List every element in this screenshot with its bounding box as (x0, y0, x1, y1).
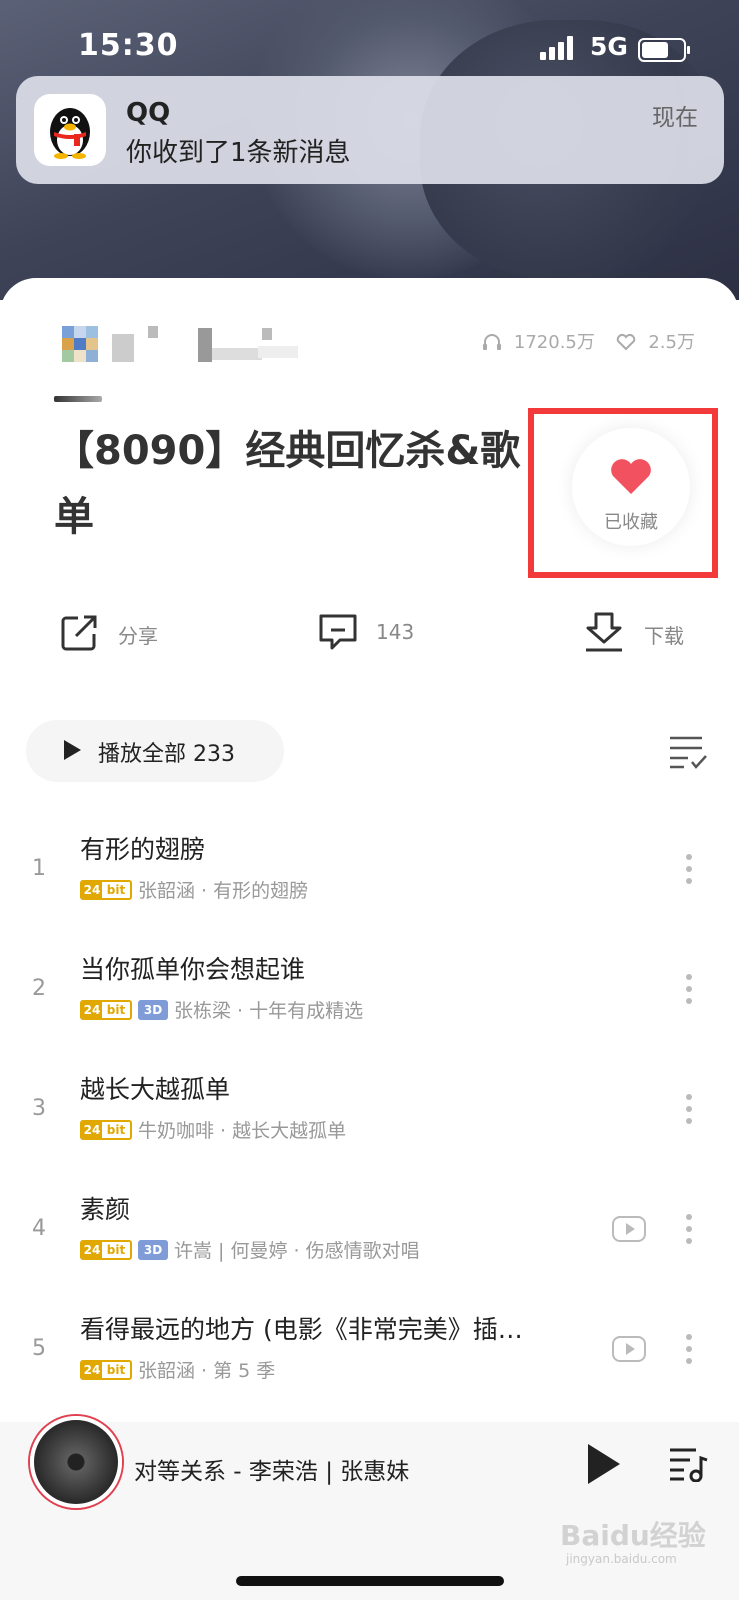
song-meta: 24 bit 3D 张栋梁 · 十年有成精选 (80, 996, 363, 1023)
more-options-icon[interactable] (686, 1094, 692, 1124)
mini-player[interactable]: 对等关系 - 李荣浩 | 张惠妹 (0, 1416, 739, 1600)
notification-message: 你收到了1条新消息 (126, 138, 351, 168)
album-art-disc[interactable] (30, 1416, 122, 1508)
song-number: 3 (32, 1096, 46, 1121)
24bit-badge: 24 bit (80, 1359, 132, 1380)
song-title: 越长大越孤单 (80, 1075, 231, 1104)
title-accent-bar (54, 396, 102, 402)
comments-button[interactable]: 143 (316, 610, 436, 654)
song-artist-album: 张韶涵 · 第 5 季 (138, 1360, 276, 1382)
song-number: 1 (32, 856, 46, 881)
notification-app-name: QQ (126, 98, 171, 128)
like-count-heart-icon (616, 333, 635, 351)
download-button[interactable]: 下载 (582, 610, 692, 654)
more-options-icon[interactable] (686, 854, 692, 884)
notification-time: 现在 (652, 105, 698, 131)
song-artist-album: 牛奶咖啡 · 越长大越孤单 (138, 1120, 347, 1142)
song-title: 素颜 (80, 1195, 131, 1224)
status-time: 15:30 (78, 28, 179, 63)
comment-count: 143 (376, 620, 415, 644)
play-count: 1720.5万 (513, 332, 595, 353)
mv-video-icon[interactable] (612, 1336, 646, 1362)
song-title: 看得最远的地方 (电影《非常完美》插… (80, 1315, 523, 1344)
multi-select-list-icon[interactable] (668, 734, 708, 770)
play-icon (64, 740, 81, 760)
song-row[interactable]: 4 素颜 24 bit 3D 许嵩 | 何曼婷 · 伤感情歌对唱 (0, 1180, 739, 1280)
24bit-badge: 24 bit (80, 1119, 132, 1140)
headphones-icon (483, 334, 502, 350)
play-all-label: 播放全部 233 (98, 742, 235, 767)
share-icon (61, 615, 97, 651)
playlist-title: 【8090】经典回忆杀&歌单 (54, 428, 521, 540)
watermark-logo: Baidu经验 (560, 1519, 706, 1552)
highlight-annotation-box (528, 408, 718, 578)
song-number: 4 (32, 1216, 46, 1241)
song-row[interactable]: 2 当你孤单你会想起谁 24 bit 3D 张栋梁 · 十年有成精选 (0, 940, 739, 1040)
song-artist-album: 张韶涵 · 有形的翅膀 (138, 880, 309, 902)
play-button[interactable] (588, 1444, 620, 1484)
song-number: 2 (32, 976, 46, 1001)
notification-banner[interactable]: QQ 你收到了1条新消息 现在 (16, 76, 724, 184)
24bit-badge: 24 bit (80, 999, 132, 1020)
song-title: 当你孤单你会想起谁 (80, 955, 306, 984)
download-icon (586, 612, 622, 652)
like-count: 2.5万 (648, 332, 695, 353)
watermark-url: jingyan.baidu.com (566, 1552, 677, 1566)
song-number: 5 (32, 1336, 46, 1361)
more-options-icon[interactable] (686, 974, 692, 1004)
song-artist-album: 许嵩 | 何曼婷 · 伤感情歌对唱 (174, 1240, 420, 1262)
song-title: 有形的翅膀 (80, 835, 206, 864)
share-button[interactable]: 分享 (58, 610, 178, 654)
play-all-button[interactable]: 播放全部 233 (26, 720, 284, 782)
qq-app-icon (34, 94, 106, 166)
share-label: 分享 (118, 624, 158, 648)
24bit-badge: 24 bit (80, 879, 132, 900)
download-label: 下载 (644, 624, 684, 648)
battery-icon (638, 38, 690, 62)
creator-info-blurred[interactable] (62, 326, 352, 370)
home-indicator[interactable] (236, 1576, 504, 1586)
now-playing-track: 对等关系 - 李荣浩 | 张惠妹 (134, 1459, 410, 1485)
song-meta: 24 bit 张韶涵 · 有形的翅膀 (80, 876, 308, 903)
song-row[interactable]: 5 看得最远的地方 (电影《非常完美》插… 24 bit 张韶涵 · 第 5 季 (0, 1300, 739, 1400)
3d-badge: 3D (138, 999, 168, 1020)
mv-video-icon[interactable] (612, 1216, 646, 1242)
3d-badge: 3D (138, 1239, 168, 1260)
song-row[interactable]: 3 越长大越孤单 24 bit 牛奶咖啡 · 越长大越孤单 (0, 1060, 739, 1160)
song-artist-album: 张栋梁 · 十年有成精选 (174, 1000, 364, 1022)
more-options-icon[interactable] (686, 1334, 692, 1364)
song-meta: 24 bit 张韶涵 · 第 5 季 (80, 1356, 275, 1383)
comment-icon (319, 614, 357, 650)
play-queue-icon[interactable] (668, 1446, 708, 1482)
24bit-badge: 24 bit (80, 1239, 132, 1260)
network-type: 5G (590, 32, 628, 61)
signal-icon (540, 36, 574, 60)
more-options-icon[interactable] (686, 1214, 692, 1244)
song-row[interactable]: 1 有形的翅膀 24 bit 张韶涵 · 有形的翅膀 (0, 820, 739, 920)
song-meta: 24 bit 牛奶咖啡 · 越长大越孤单 (80, 1116, 346, 1143)
playlist-card: 1720.5万 2.5万 【8090】经典回忆杀&歌单 已收藏 分享 143 下 (0, 278, 739, 1600)
song-meta: 24 bit 3D 许嵩 | 何曼婷 · 伤感情歌对唱 (80, 1236, 420, 1263)
playlist-stats: 1720.5万 2.5万 (482, 328, 695, 354)
